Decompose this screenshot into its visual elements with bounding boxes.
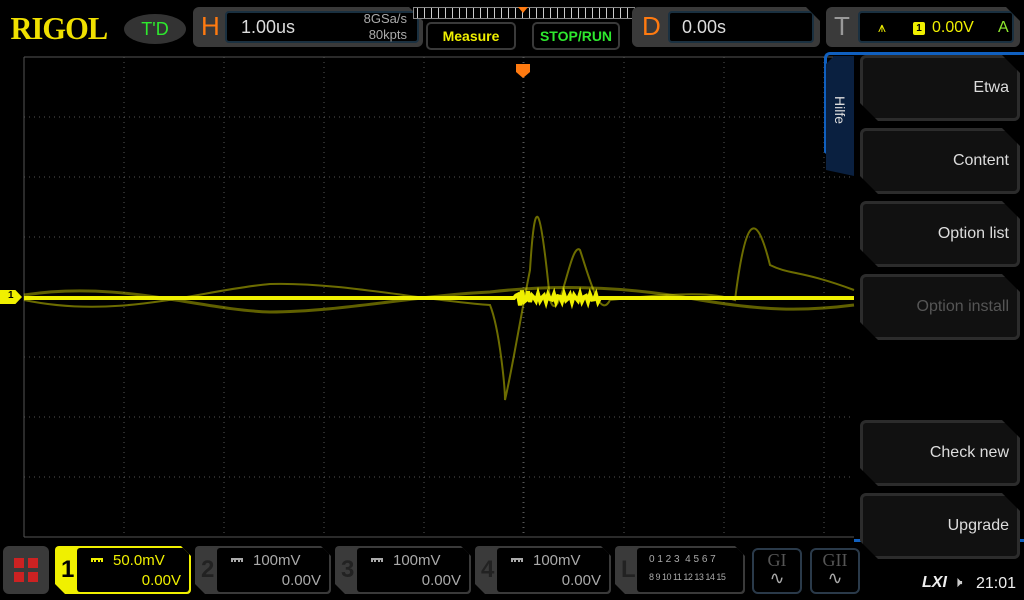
clock-time: 21:01 bbox=[976, 575, 1017, 592]
channel-4-number: 4 bbox=[481, 556, 495, 583]
dc-coupling-icon bbox=[371, 558, 383, 562]
logic-analyzer-button[interactable]: L 0 1 2 3 4 5 6 7 8 9 10 11 12 13 14 15 bbox=[615, 546, 745, 594]
logic-label: L bbox=[621, 556, 636, 583]
channel-3-button[interactable]: 3 100mV 0.00V bbox=[335, 546, 471, 594]
channel-2-offset: 0.00V bbox=[281, 572, 321, 589]
menu-item-upgrade[interactable]: Upgrade bbox=[860, 493, 1020, 559]
channel-3-offset: 0.00V bbox=[421, 572, 461, 589]
persistence-trace bbox=[23, 215, 855, 401]
channel-1-button[interactable]: 1 50.0mV 0.00V bbox=[55, 546, 191, 594]
menu-item-etwa[interactable]: Etwa bbox=[860, 55, 1020, 121]
main-menu-button[interactable] bbox=[3, 546, 49, 594]
sine-wave-icon: ∿ bbox=[769, 568, 785, 588]
channel-4-offset: 0.00V bbox=[561, 572, 601, 589]
dc-coupling-icon bbox=[91, 558, 103, 562]
grid-menu-icon bbox=[14, 558, 38, 582]
logic-channels-row2: 8 9 10 11 12 13 14 15 bbox=[649, 572, 726, 582]
menu-item-option-install: Option install bbox=[860, 274, 1020, 340]
menu-item-option-list[interactable]: Option list bbox=[860, 201, 1020, 267]
channel-4-button[interactable]: 4 100mV 0.00V bbox=[475, 546, 611, 594]
menu-item-check-new[interactable]: Check new bbox=[860, 420, 1020, 486]
dc-coupling-icon bbox=[511, 558, 523, 562]
sine-wave-icon: ∿ bbox=[827, 568, 843, 588]
speaker-muted-icon[interactable]: 🕨 bbox=[953, 574, 962, 591]
generator-2-button[interactable]: GII ∿ bbox=[810, 548, 860, 594]
generator-1-button[interactable]: GI ∿ bbox=[752, 548, 802, 594]
channel-2-button[interactable]: 2 100mV 0.00V bbox=[195, 546, 331, 594]
channel-1-number: 1 bbox=[61, 556, 75, 583]
channel-1-waveform bbox=[23, 215, 855, 401]
menu-item-content[interactable]: Content bbox=[860, 128, 1020, 194]
channel-4-scale: 100mV bbox=[533, 552, 581, 569]
lxi-logo: LXI bbox=[922, 574, 947, 591]
logic-channels-row1: 0 1 2 3 4 5 6 7 bbox=[649, 554, 716, 565]
channel-2-number: 2 bbox=[201, 556, 215, 583]
help-menu-title: Hilfe bbox=[832, 96, 848, 125]
channel-1-scale: 50.0mV bbox=[113, 552, 165, 569]
trigger-position-marker bbox=[516, 64, 530, 78]
channel-1-offset: 0.00V bbox=[141, 572, 181, 589]
help-menu-tab[interactable]: Hilfe bbox=[826, 56, 854, 176]
channel-2-scale: 100mV bbox=[253, 552, 301, 569]
channel-3-number: 3 bbox=[341, 556, 355, 583]
dc-coupling-icon bbox=[231, 558, 243, 562]
channel-3-scale: 100mV bbox=[393, 552, 441, 569]
